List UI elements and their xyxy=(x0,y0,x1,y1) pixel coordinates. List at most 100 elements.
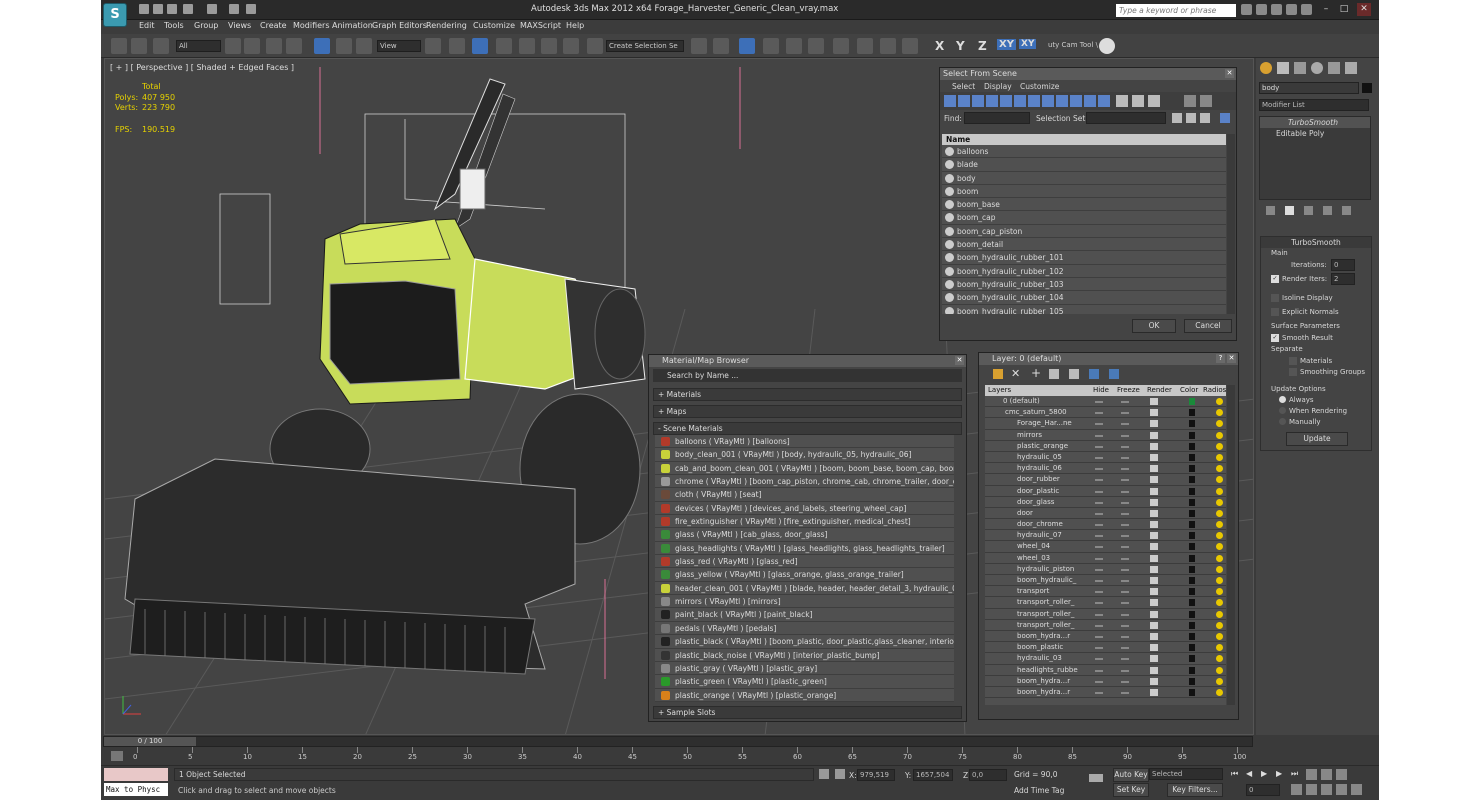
y-coordinate-field[interactable]: 1657,504 xyxy=(913,769,953,781)
freeze-toggle[interactable] xyxy=(1121,535,1129,538)
hide-all-layers-icon[interactable] xyxy=(1089,369,1099,379)
rollout-sample-slots[interactable]: + Sample Slots xyxy=(653,705,962,719)
layer-color-swatch[interactable] xyxy=(1189,465,1195,473)
time-config-icon[interactable] xyxy=(1291,784,1302,795)
radiosity-bulb-icon[interactable] xyxy=(1216,554,1223,562)
layer-color-swatch[interactable] xyxy=(1189,532,1195,540)
hide-toggle[interactable] xyxy=(1095,602,1103,605)
current-frame-field[interactable]: 0 xyxy=(1246,784,1280,796)
hide-toggle[interactable] xyxy=(1095,669,1103,672)
time-slider-track[interactable]: 0 / 100 xyxy=(103,736,1253,747)
material-item[interactable]: paint_black ( VRayMtl ) [paint_black] xyxy=(655,608,954,622)
column-color[interactable]: Color xyxy=(1180,385,1198,396)
add-to-set-icon[interactable] xyxy=(1186,113,1196,123)
select-and-rotate-icon[interactable] xyxy=(336,38,352,54)
layer-row[interactable]: door_rubber xyxy=(985,474,1226,486)
stack-item-turbosmooth[interactable]: TurboSmooth xyxy=(1260,117,1370,128)
material-item[interactable]: glass_yellow ( VRayMtl ) [glass_orange, … xyxy=(655,568,954,582)
sync-selection-icon[interactable] xyxy=(1200,95,1212,107)
zoom-icon[interactable] xyxy=(1306,769,1317,780)
hide-toggle[interactable] xyxy=(1095,456,1103,459)
material-item[interactable]: plastic_orange ( VRayMtl ) [plastic_oran… xyxy=(655,689,954,702)
remove-from-set-icon[interactable] xyxy=(1200,113,1210,123)
help-button[interactable]: ? xyxy=(1216,354,1225,363)
hide-toggle[interactable] xyxy=(1095,546,1103,549)
timeline-ruler[interactable]: 0 5 10 15 20 25 30 35 40 45 50 55 60 65 70 75 80 85 90 95 10… xyxy=(133,747,1246,765)
layer-row[interactable]: headlights_rubbe xyxy=(985,665,1226,676)
align-icon[interactable] xyxy=(713,38,729,54)
material-item[interactable]: cab_and_boom_clean_001 ( VRayMtl ) [boom… xyxy=(655,462,954,476)
layer-row[interactable]: door_chrome xyxy=(985,519,1226,531)
radiosity-bulb-icon[interactable] xyxy=(1216,543,1223,551)
layer-color-swatch[interactable] xyxy=(1189,610,1195,618)
list-item[interactable]: boom_detail xyxy=(942,238,1226,252)
hide-toggle[interactable] xyxy=(1095,445,1103,448)
radiosity-bulb-icon[interactable] xyxy=(1216,644,1223,652)
column-hide[interactable]: Hide xyxy=(1093,385,1109,396)
modifier-list-dropdown[interactable]: Modifier List xyxy=(1259,99,1369,111)
freeze-toggle[interactable] xyxy=(1121,669,1129,672)
render-teapot-icon[interactable] xyxy=(1150,521,1158,529)
render-teapot-icon[interactable] xyxy=(1150,487,1158,495)
layer-color-swatch[interactable] xyxy=(1189,543,1195,551)
layer-row[interactable]: transport_roller_ xyxy=(985,609,1226,620)
create-layer-icon[interactable] xyxy=(993,369,1003,379)
select-none-icon[interactable] xyxy=(1132,95,1144,107)
select-and-scale-icon[interactable] xyxy=(356,38,372,54)
material-item[interactable]: balloons ( VRayMtl ) [balloons] xyxy=(655,435,954,449)
material-item[interactable]: cloth ( VRayMtl ) [seat] xyxy=(655,488,954,502)
select-invert-icon[interactable] xyxy=(1148,95,1160,107)
named-selection-set-dropdown[interactable]: Create Selection Se xyxy=(606,40,684,52)
layer-color-swatch[interactable] xyxy=(1189,577,1195,584)
x-coordinate-field[interactable]: 979,519 xyxy=(857,769,895,781)
render-teapot-icon[interactable] xyxy=(1150,610,1158,618)
options-icon[interactable] xyxy=(1220,113,1230,123)
spinner-snap-icon[interactable] xyxy=(563,38,579,54)
render-teapot-icon[interactable] xyxy=(1150,465,1158,473)
layer-row[interactable]: wheel_04 xyxy=(985,541,1226,553)
viewport-label[interactable]: [ + ] [ Perspective ] [ Shaded + Edged F… xyxy=(110,63,294,72)
menu-graph-editors[interactable]: Graph Editors xyxy=(372,21,427,30)
cancel-button[interactable]: Cancel xyxy=(1184,319,1232,333)
material-item[interactable]: plastic_black ( VRayMtl ) [boom_plastic,… xyxy=(655,635,954,649)
radiosity-bulb-icon[interactable] xyxy=(1216,453,1223,461)
freeze-toggle[interactable] xyxy=(1121,423,1129,426)
new-file-icon[interactable] xyxy=(139,4,149,14)
remove-modifier-icon[interactable] xyxy=(1323,206,1332,215)
skull-icon[interactable] xyxy=(1099,38,1115,54)
display-xrefs-icon[interactable] xyxy=(1042,95,1054,107)
hide-toggle[interactable] xyxy=(1095,412,1103,415)
key-icon[interactable] xyxy=(1089,774,1103,782)
open-file-icon[interactable] xyxy=(153,4,163,14)
layer-color-swatch[interactable] xyxy=(1189,453,1195,461)
graphite-ribbon-icon[interactable] xyxy=(763,38,779,54)
menu-views[interactable]: Views xyxy=(228,21,251,30)
layer-color-swatch[interactable] xyxy=(1189,599,1195,607)
render-teapot-icon[interactable] xyxy=(1150,565,1158,573)
display-spacewarps-icon[interactable] xyxy=(1014,95,1026,107)
bind-space-warp-icon[interactable] xyxy=(153,38,169,54)
column-render[interactable]: Render xyxy=(1147,385,1172,396)
always-radio[interactable] xyxy=(1279,396,1286,403)
radiosity-bulb-icon[interactable] xyxy=(1216,621,1223,629)
select-all-icon[interactable] xyxy=(1116,95,1128,107)
layer-row[interactable]: wheel_03 xyxy=(985,553,1226,564)
radiosity-bulb-icon[interactable] xyxy=(1216,565,1223,573)
column-freeze[interactable]: Freeze xyxy=(1117,385,1140,396)
render-teapot-icon[interactable] xyxy=(1150,420,1158,428)
hide-toggle[interactable] xyxy=(1095,613,1103,616)
orbit-icon[interactable] xyxy=(1336,784,1347,795)
update-button[interactable]: Update xyxy=(1286,432,1348,446)
axis-xy-cycle-button[interactable]: XY xyxy=(1019,39,1037,49)
rollout-maps[interactable]: + Maps xyxy=(653,405,962,418)
keyword-search-input[interactable]: Type a keyword or phrase xyxy=(1116,4,1236,17)
close-layer-button[interactable]: ✕ xyxy=(1227,354,1236,363)
hide-toggle[interactable] xyxy=(1095,658,1103,661)
app-logo-icon[interactable]: S xyxy=(103,3,127,27)
hide-toggle[interactable] xyxy=(1095,535,1103,538)
freeze-toggle[interactable] xyxy=(1121,591,1129,594)
render-teapot-icon[interactable] xyxy=(1150,453,1158,461)
radiosity-bulb-icon[interactable] xyxy=(1216,476,1223,484)
layer-color-swatch[interactable] xyxy=(1189,632,1195,640)
object-name-field[interactable]: body xyxy=(1259,82,1359,94)
